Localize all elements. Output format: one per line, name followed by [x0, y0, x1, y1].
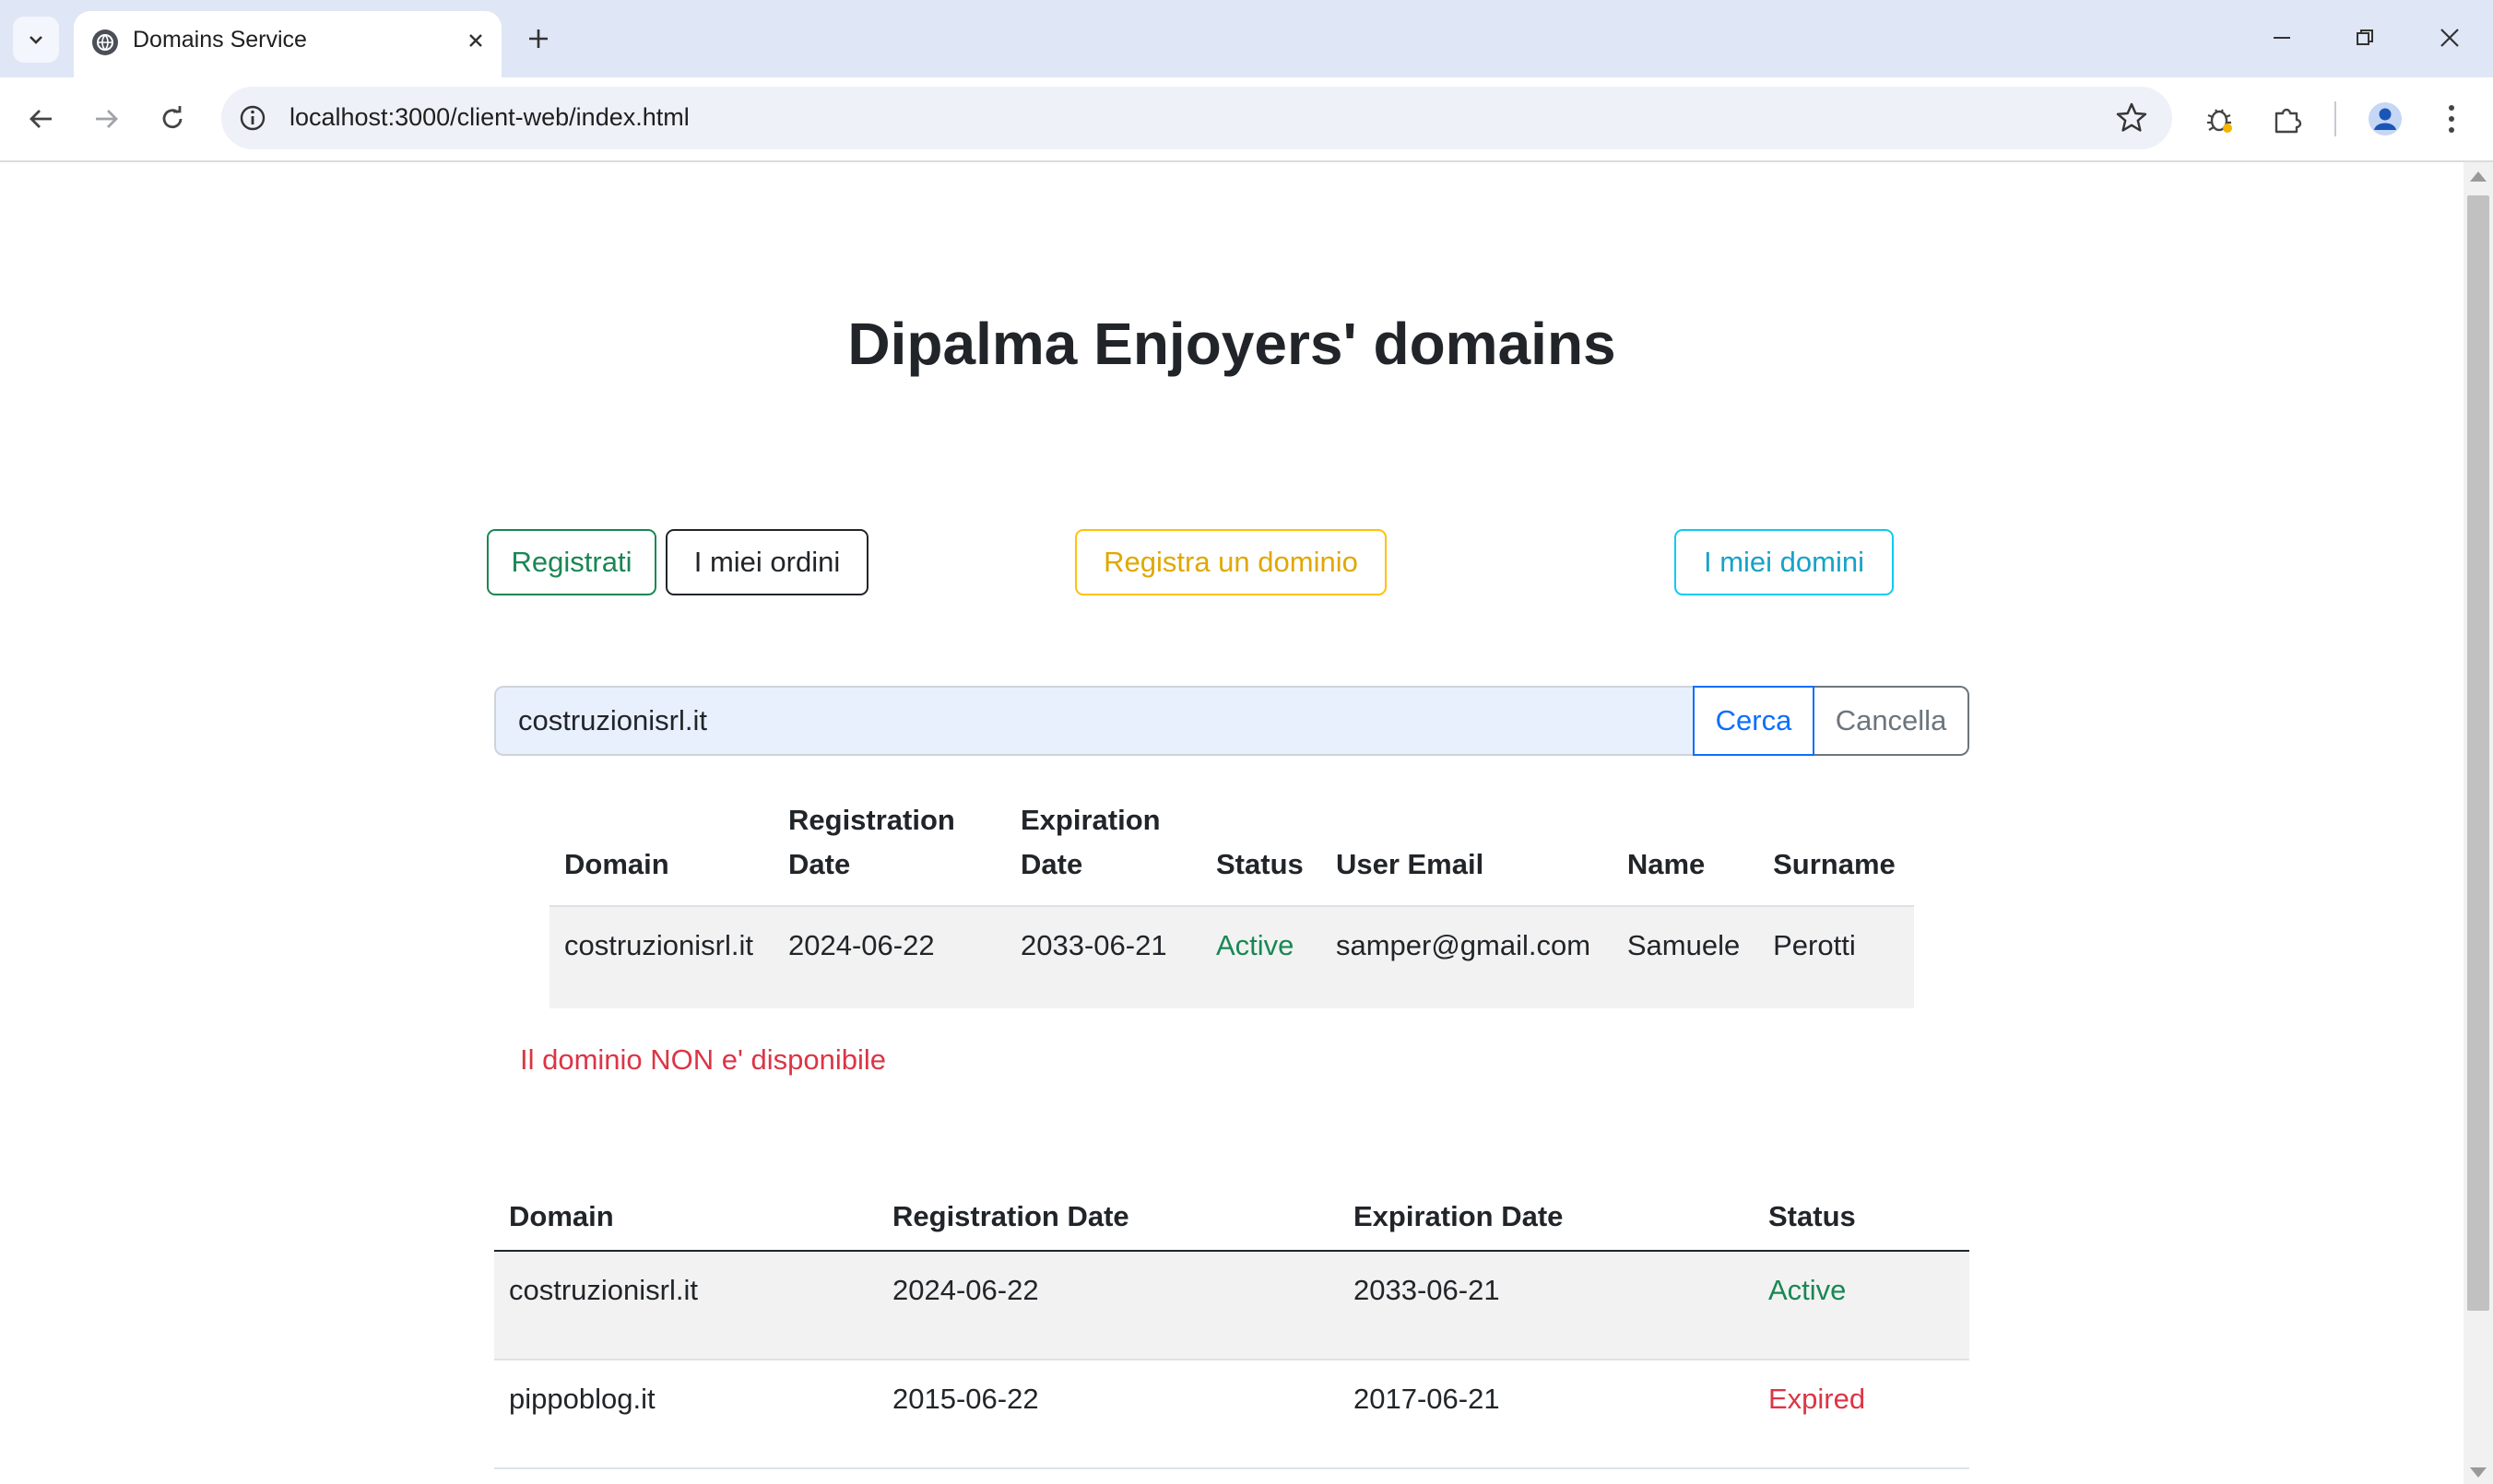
- table-header-row: Domain Registration Date Expiration Date…: [494, 1185, 1969, 1252]
- availability-message: Il dominio NON e' disponibile: [520, 1043, 887, 1076]
- col-surname: Surname: [1773, 848, 1896, 880]
- globe-icon: [92, 29, 118, 55]
- tab-title: Domains Service: [133, 27, 307, 53]
- cell-surname: Perotti: [1758, 905, 1914, 1008]
- more-menu-icon[interactable]: [2428, 96, 2475, 142]
- close-tab-icon[interactable]: [459, 24, 492, 57]
- page-viewport: Dipalma Enjoyers' domains Registrati I m…: [0, 162, 2463, 1484]
- col-expiration-date: Expiration Date: [1021, 804, 1161, 880]
- cell-expiration-date: 2033-06-21: [1006, 905, 1201, 1008]
- forward-icon[interactable]: [83, 96, 129, 142]
- cell-registration-date: 2015-06-22: [878, 1360, 1339, 1469]
- table-row: costruzionisrl.it 2024-06-22 2033-06-21 …: [494, 1251, 1969, 1360]
- cell-status: Expired: [1754, 1360, 1969, 1469]
- col-registration-date: Registration Date: [788, 804, 955, 880]
- tab-search-button[interactable]: [13, 17, 59, 63]
- site-info-icon[interactable]: [238, 103, 267, 133]
- close-window-icon[interactable]: [2417, 13, 2482, 63]
- cell-user-email: samper@gmail.com: [1320, 905, 1613, 1008]
- new-tab-icon[interactable]: [518, 18, 559, 59]
- my-domains-table: Domain Registration Date Expiration Date…: [494, 1185, 1969, 1469]
- scrollbar-thumb[interactable]: [2467, 195, 2489, 1311]
- domain-search-group: Cerca Cancella: [494, 686, 1969, 756]
- cell-status: Active: [1201, 905, 1321, 1008]
- cell-expiration-date: 2017-06-21: [1339, 1360, 1754, 1469]
- register-domain-button[interactable]: Registra un dominio: [1075, 529, 1387, 595]
- search-button[interactable]: Cerca: [1693, 686, 1814, 756]
- cell-domain: costruzionisrl.it: [549, 905, 774, 1008]
- cell-name: Samuele: [1612, 905, 1759, 1008]
- address-bar[interactable]: localhost:3000/client-web/index.html: [221, 87, 2172, 149]
- browser-toolbar: localhost:3000/client-web/index.html: [0, 77, 2493, 162]
- back-icon[interactable]: [18, 96, 65, 142]
- tab-strip: Domains Service: [0, 0, 2493, 77]
- col-user-email: User Email: [1335, 848, 1484, 880]
- cell-expiration-date: 2033-06-21: [1339, 1251, 1754, 1360]
- cell-registration-date: 2024-06-22: [878, 1251, 1339, 1360]
- toolbar-divider: [2334, 101, 2336, 136]
- cell-domain: pippoblog.it: [494, 1360, 878, 1469]
- extensions-puzzle-icon[interactable]: [2264, 96, 2310, 142]
- col-expiration-date: Expiration Date: [1339, 1185, 1754, 1252]
- url-text: localhost:3000/client-web/index.html: [289, 103, 690, 131]
- col-status: Status: [1754, 1185, 1969, 1252]
- search-result-table: Domain Registration Date Expiration Date…: [549, 798, 1914, 1008]
- cell-status: Active: [1754, 1251, 1969, 1360]
- reload-icon[interactable]: [149, 96, 195, 142]
- table-row: pippoblog.it 2015-06-22 2017-06-21 Expir…: [494, 1360, 1969, 1469]
- cell-registration-date: 2024-06-22: [774, 905, 1006, 1008]
- cancel-button[interactable]: Cancella: [1814, 686, 1969, 756]
- col-name: Name: [1626, 848, 1706, 880]
- cell-domain: costruzionisrl.it: [494, 1251, 878, 1360]
- col-domain: Domain: [494, 1185, 878, 1252]
- tab-domains-service[interactable]: Domains Service: [74, 11, 502, 77]
- scroll-down-arrow-icon[interactable]: [2470, 1467, 2487, 1478]
- domain-search-input[interactable]: [494, 686, 1695, 756]
- minimize-icon[interactable]: [2250, 13, 2314, 63]
- extension-bug-icon[interactable]: [2196, 96, 2242, 142]
- profile-avatar-icon[interactable]: [2362, 96, 2408, 142]
- my-orders-button[interactable]: I miei ordini: [666, 529, 868, 595]
- my-domains-button[interactable]: I miei domini: [1674, 529, 1894, 595]
- col-status: Status: [1216, 848, 1304, 880]
- table-row: costruzionisrl.it 2024-06-22 2033-06-21 …: [549, 905, 1914, 1008]
- restore-icon[interactable]: [2333, 13, 2397, 63]
- page-title: Dipalma Enjoyers' domains: [847, 311, 1616, 377]
- register-button[interactable]: Registrati: [487, 529, 656, 595]
- scroll-up-arrow-icon[interactable]: [2470, 171, 2487, 182]
- bookmark-star-icon[interactable]: [2113, 100, 2150, 136]
- table-header-row: Domain Registration Date Expiration Date…: [549, 798, 1914, 906]
- col-registration-date: Registration Date: [878, 1185, 1339, 1252]
- chevron-down-icon: [30, 36, 42, 44]
- col-domain: Domain: [564, 848, 669, 880]
